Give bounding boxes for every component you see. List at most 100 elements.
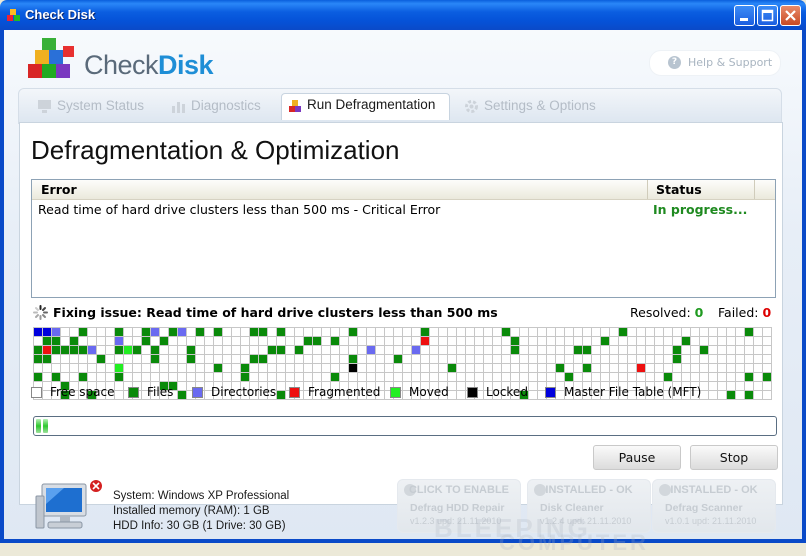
cluster-cell [232, 364, 241, 373]
tab-run-defragmentation[interactable]: Run Defragmentation [281, 93, 450, 120]
cluster-cell [493, 373, 502, 382]
pause-button[interactable]: Pause [593, 445, 681, 470]
cluster-cell [601, 337, 610, 346]
cluster-cell [529, 364, 538, 373]
progress-segment [36, 419, 41, 433]
cluster-cell [754, 355, 763, 364]
cluster-cell [763, 364, 772, 373]
close-button[interactable] [780, 5, 801, 26]
column-header-error[interactable]: Error [41, 182, 77, 197]
cluster-cell [295, 364, 304, 373]
cluster-cell [412, 337, 421, 346]
cluster-cell [241, 328, 250, 337]
error-row-text[interactable]: Read time of hard drive clusters less th… [38, 202, 440, 217]
cluster-cell [268, 328, 277, 337]
cluster-cell [628, 355, 637, 364]
cluster-cell [520, 355, 529, 364]
cluster-cell [718, 346, 727, 355]
cluster-cell [574, 364, 583, 373]
cluster-cell [763, 328, 772, 337]
error-row-status: In progress... [653, 202, 748, 217]
cluster-cell [547, 355, 556, 364]
cluster-cell [430, 337, 439, 346]
cluster-cell [421, 328, 430, 337]
promo-defrag-scanner[interactable]: INSTALLED - OK Defrag Scanner v1.0.1 upd… [652, 479, 776, 533]
cluster-cell [70, 346, 79, 355]
cluster-legend: Free space Files Directories Fragmented … [31, 385, 774, 401]
cluster-cell [286, 355, 295, 364]
cluster-cell [745, 373, 754, 382]
cluster-cell [736, 346, 745, 355]
cluster-cell [646, 337, 655, 346]
cluster-cell [52, 373, 61, 382]
tab-system-status[interactable]: System Status [37, 95, 167, 119]
cluster-cell [295, 328, 304, 337]
cluster-cell [160, 373, 169, 382]
cluster-cell [493, 346, 502, 355]
cluster-cell [736, 364, 745, 373]
cluster-cell [286, 346, 295, 355]
tab-settings-options[interactable]: Settings & Options [464, 95, 624, 119]
cluster-cell [151, 373, 160, 382]
cluster-cell [565, 346, 574, 355]
cluster-cell [106, 373, 115, 382]
cluster-cell [259, 355, 268, 364]
cluster-cell [709, 328, 718, 337]
promo-name: Defrag Scanner [665, 502, 743, 514]
cluster-cell [61, 346, 70, 355]
cluster-cell [205, 355, 214, 364]
cluster-cell [223, 373, 232, 382]
cluster-cell [511, 373, 520, 382]
cluster-cell [205, 328, 214, 337]
cluster-cell [205, 346, 214, 355]
cluster-cell [619, 364, 628, 373]
cluster-cell [736, 373, 745, 382]
cluster-cell [133, 337, 142, 346]
cluster-cell [205, 373, 214, 382]
cluster-cell [709, 346, 718, 355]
title-bar[interactable]: Check Disk [0, 0, 806, 30]
cluster-cell [322, 373, 331, 382]
cluster-cell [664, 337, 673, 346]
cluster-cell [520, 337, 529, 346]
tab-diagnostics[interactable]: Diagnostics [171, 95, 281, 119]
cluster-cell [331, 373, 340, 382]
cluster-cell [313, 373, 322, 382]
stop-button[interactable]: Stop [690, 445, 778, 470]
cluster-cell [655, 373, 664, 382]
fixing-status-row: Fixing issue: Read time of hard drive cl… [31, 304, 774, 322]
maximize-button[interactable] [757, 5, 778, 26]
cluster-cell [241, 346, 250, 355]
cluster-cell [556, 364, 565, 373]
cluster-cell [385, 337, 394, 346]
cluster-cell [556, 346, 565, 355]
cluster-cell [592, 337, 601, 346]
cluster-cell [538, 355, 547, 364]
cluster-cell [394, 328, 403, 337]
cubes-icon [7, 9, 20, 21]
cluster-cell [682, 364, 691, 373]
cluster-cell [331, 337, 340, 346]
cluster-cell [34, 355, 43, 364]
error-list[interactable]: Error Status Read time of hard drive clu… [31, 179, 776, 298]
cluster-cell [196, 328, 205, 337]
cubes-icon [289, 100, 301, 112]
cluster-cell [754, 337, 763, 346]
cluster-cell [484, 355, 493, 364]
help-support-button[interactable]: ? Help & Support [649, 50, 781, 76]
cluster-cell [403, 355, 412, 364]
cluster-cell [430, 364, 439, 373]
cluster-cell [574, 337, 583, 346]
cluster-cell [340, 364, 349, 373]
minimize-button[interactable] [734, 5, 755, 26]
cluster-cell [376, 337, 385, 346]
cluster-cell [556, 337, 565, 346]
cluster-cell [745, 364, 754, 373]
cluster-cell [250, 355, 259, 364]
cluster-cell [763, 346, 772, 355]
cluster-cell [88, 355, 97, 364]
cluster-cell [322, 346, 331, 355]
help-label: Help & Support [688, 56, 773, 69]
cluster-cell [610, 355, 619, 364]
column-header-status[interactable]: Status [656, 182, 702, 197]
